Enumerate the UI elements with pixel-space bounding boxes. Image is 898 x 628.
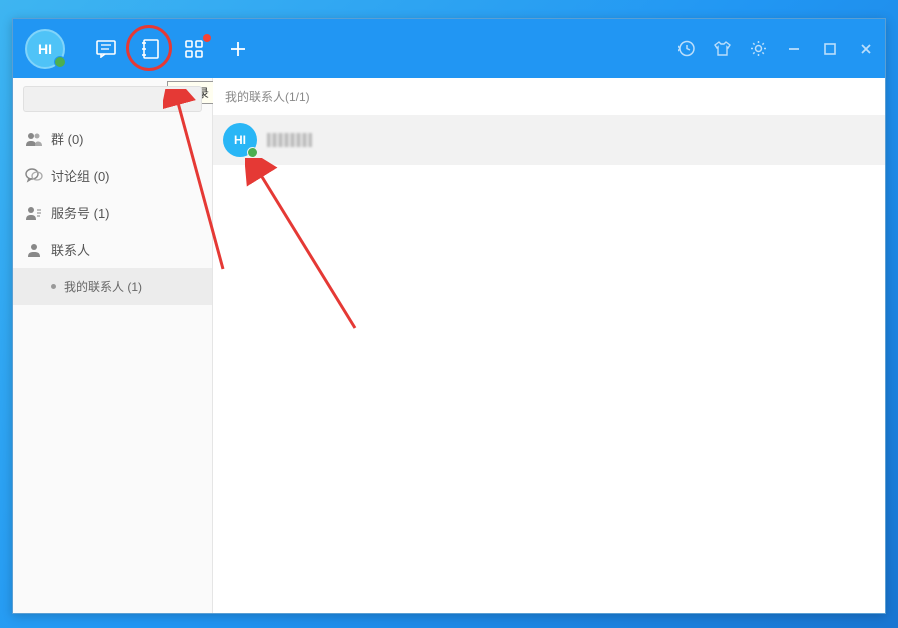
add-icon[interactable] <box>227 38 249 60</box>
history-icon[interactable] <box>675 38 697 60</box>
bullet-icon <box>51 284 56 289</box>
sidebar-item-contacts[interactable]: 联系人 <box>13 231 212 268</box>
settings-icon[interactable] <box>747 38 769 60</box>
sidebar: 群 (0) 讨论组 (0) 服务号 (1) 联系人 <box>13 78 213 613</box>
nav-icons <box>95 38 249 60</box>
apps-icon[interactable] <box>183 38 205 60</box>
minimize-icon[interactable] <box>783 38 805 60</box>
sidebar-item-services[interactable]: 服务号 (1) <box>13 194 212 231</box>
content-header: 我的联系人(1/1) <box>213 78 885 115</box>
main-area: 群 (0) 讨论组 (0) 服务号 (1) 联系人 <box>13 78 885 613</box>
window-controls <box>675 19 877 78</box>
messages-icon[interactable] <box>95 38 117 60</box>
close-icon[interactable] <box>855 38 877 60</box>
service-icon <box>25 204 43 222</box>
app-logo[interactable]: HI <box>25 29 65 69</box>
sidebar-subitem-mycontacts[interactable]: 我的联系人 (1) <box>13 268 212 305</box>
notification-dot <box>203 34 211 42</box>
contact-avatar: HI <box>223 123 257 157</box>
category-label: 群 (0) <box>51 129 84 148</box>
contacts-list-icon <box>25 241 43 259</box>
subcategory-label: 我的联系人 (1) <box>64 278 142 295</box>
discussion-icon <box>25 167 43 185</box>
sidebar-item-groups[interactable]: 群 (0) <box>13 120 212 157</box>
contacts-icon[interactable] <box>139 38 161 60</box>
sidebar-item-discussions[interactable]: 讨论组 (0) <box>13 157 212 194</box>
category-label: 讨论组 (0) <box>51 166 110 185</box>
app-window: HI <box>12 18 886 614</box>
maximize-icon[interactable] <box>819 38 841 60</box>
category-label: 服务号 (1) <box>51 203 110 222</box>
category-label: 联系人 <box>51 240 90 259</box>
contact-name-blurred <box>267 133 312 147</box>
skin-icon[interactable] <box>711 38 733 60</box>
titlebar: HI <box>13 19 885 78</box>
search-input[interactable] <box>23 86 202 112</box>
content-header-label: 我的联系人(1/1) <box>225 90 310 104</box>
logo-text: HI <box>38 41 52 57</box>
avatar-text: HI <box>234 133 246 147</box>
groups-icon <box>25 130 43 148</box>
annotation-arrow-2 <box>245 158 525 358</box>
content-area: 我的联系人(1/1) HI <box>213 78 885 613</box>
